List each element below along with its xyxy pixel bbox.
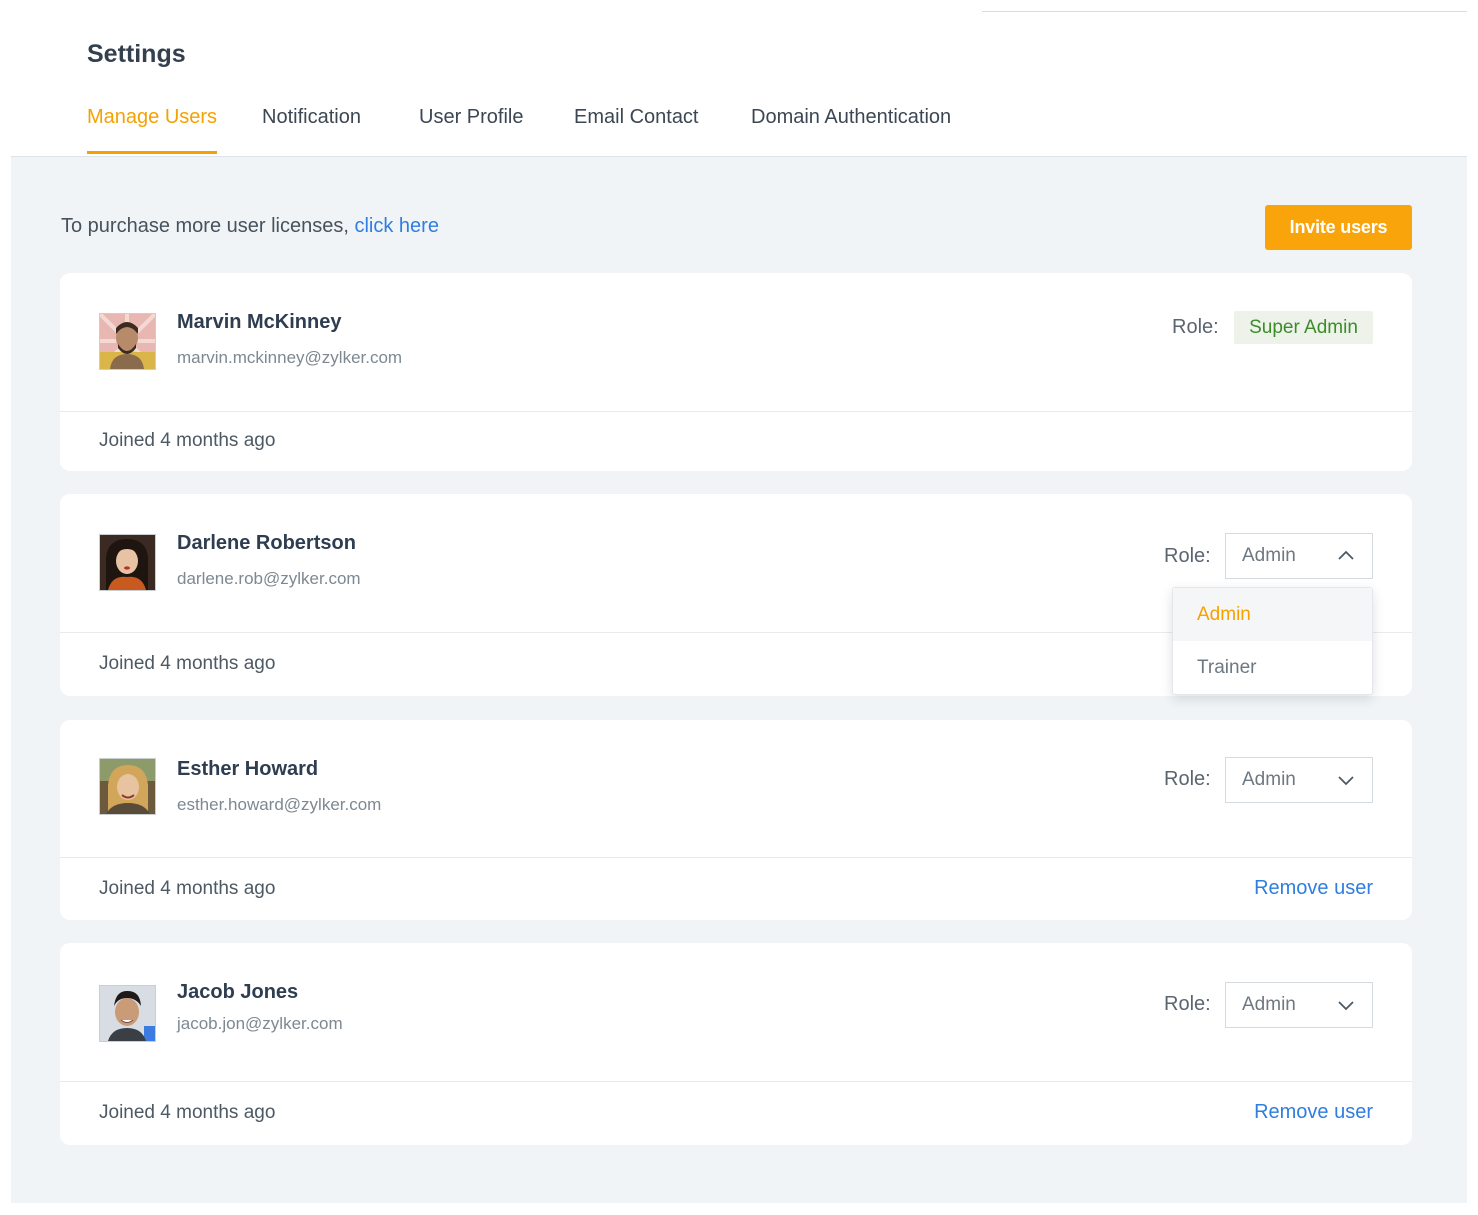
purchase-licenses-link[interactable]: click here [354, 215, 438, 237]
user-card-header: Esther Howard esther.howard@zylker.com R… [60, 720, 1412, 858]
license-info: To purchase more user licenses, click he… [61, 215, 439, 238]
chevron-up-icon [1336, 546, 1356, 566]
role-select[interactable]: Admin [1225, 533, 1373, 579]
role-label: Role: [1164, 545, 1211, 568]
avatar [99, 758, 156, 815]
avatar [99, 534, 156, 591]
tab-email-contact[interactable]: Email Contact [574, 106, 699, 151]
role-select-value: Admin [1242, 545, 1296, 567]
remove-user-link[interactable]: Remove user [1254, 877, 1373, 900]
page-title: Settings [87, 40, 186, 69]
user-card: Marvin McKinney marvin.mckinney@zylker.c… [60, 273, 1412, 471]
chevron-down-icon [1336, 770, 1356, 790]
user-email: esther.howard@zylker.com [177, 795, 381, 815]
role-option-trainer[interactable]: Trainer [1173, 641, 1372, 694]
role-label: Role: [1164, 768, 1211, 791]
user-name: Marvin McKinney [177, 311, 341, 334]
remove-user-link[interactable]: Remove user [1254, 1101, 1373, 1124]
role-label: Role: [1164, 993, 1211, 1016]
role-select[interactable]: Admin [1225, 982, 1373, 1028]
avatar [99, 313, 156, 370]
settings-tabs: Manage Users Notification User Profile E… [11, 88, 1467, 157]
role-select-value: Admin [1242, 994, 1296, 1016]
user-card: Esther Howard esther.howard@zylker.com R… [60, 720, 1412, 920]
license-text: To purchase more user licenses, [61, 215, 354, 237]
role-badge-super-admin: Super Admin [1234, 311, 1373, 344]
tab-notification[interactable]: Notification [262, 106, 361, 151]
role-select[interactable]: Admin [1225, 757, 1373, 803]
tab-domain-authentication[interactable]: Domain Authentication [751, 106, 951, 151]
user-card: Jacob Jones jacob.jon@zylker.com Role: A… [60, 943, 1412, 1145]
joined-date: Joined 4 months ago [99, 1102, 275, 1124]
user-email: jacob.jon@zylker.com [177, 1014, 343, 1034]
role-select-value: Admin [1242, 769, 1296, 791]
role-label: Role: [1172, 316, 1219, 339]
user-email: darlene.rob@zylker.com [177, 569, 361, 589]
joined-date: Joined 4 months ago [99, 430, 275, 452]
user-email: marvin.mckinney@zylker.com [177, 348, 402, 368]
chevron-down-icon [1336, 995, 1356, 1015]
invite-users-button[interactable]: Invite users [1265, 205, 1412, 250]
manage-users-panel: To purchase more user licenses, click he… [11, 157, 1467, 1203]
role-option-admin[interactable]: Admin [1173, 588, 1372, 641]
tab-manage-users[interactable]: Manage Users [87, 106, 217, 154]
user-name: Esther Howard [177, 758, 318, 781]
user-card-header: Marvin McKinney marvin.mckinney@zylker.c… [60, 273, 1412, 412]
joined-date: Joined 4 months ago [99, 653, 275, 675]
user-card-header: Jacob Jones jacob.jon@zylker.com Role: A… [60, 943, 1412, 1082]
avatar [99, 985, 156, 1042]
role-dropdown-menu: Admin Trainer [1172, 587, 1373, 695]
user-name: Jacob Jones [177, 981, 298, 1004]
joined-date: Joined 4 months ago [99, 878, 275, 900]
user-name: Darlene Robertson [177, 532, 356, 555]
tab-user-profile[interactable]: User Profile [419, 106, 523, 151]
top-divider [982, 11, 1467, 12]
